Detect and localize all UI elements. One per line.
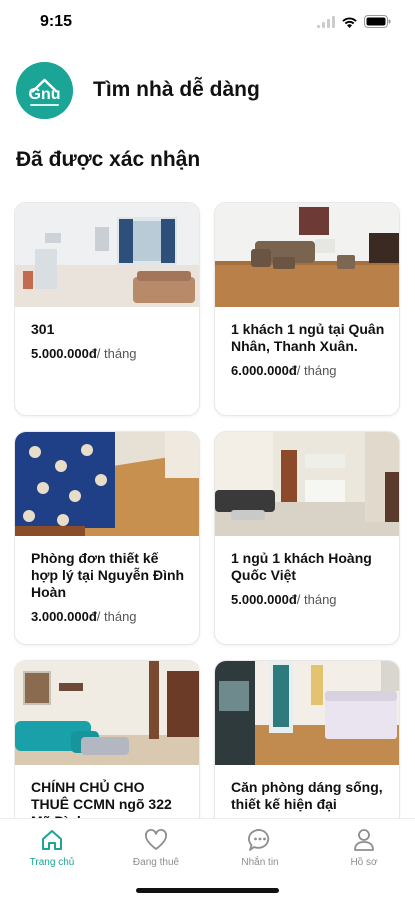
listing-price: 3.000.000đ/ tháng [31,609,185,625]
listing-grid: 301 5.000.000đ/ tháng 1 khách 1 ngủ tại … [14,202,401,822]
listing-card[interactable]: 301 5.000.000đ/ tháng [14,202,200,416]
home-icon [42,830,62,850]
tab-renting[interactable]: Đang thuê [116,827,196,877]
listing-price: 5.000.000đ/ tháng [31,346,185,362]
price-amount: 5.000.000đ [31,346,97,361]
listing-photo [15,661,199,765]
listing-title: CHÍNH CHỦ CHO THUÊ CCMN ngõ 322 Mỹ Đình [31,779,172,822]
listing-photo [215,432,399,536]
section-title: Đã được xác nhận [16,148,201,171]
listing-info: Căn phòng dáng sống, thiết kế hiện đại [215,765,399,813]
price-unit: / tháng [96,346,137,361]
chat-icon [248,829,270,851]
listing-card[interactable]: 1 khách 1 ngủ tại Quân Nhân, Thanh Xuân.… [214,202,400,416]
tab-home[interactable]: Trang chủ [12,827,92,877]
listing-card[interactable]: Phòng đơn thiết kế hợp lý tại Nguyễn Đìn… [14,431,200,645]
tab-label: Đang thuê [132,857,180,868]
tab-messages[interactable]: Nhắn tin [220,827,300,877]
price-unit: / tháng [296,592,337,607]
listing-info: CHÍNH CHỦ CHO THUÊ CCMN ngõ 322 Mỹ Đình [15,765,199,822]
price-unit: / tháng [296,363,337,378]
app-title: Tìm nhà dễ dàng [93,78,260,101]
listing-title: 301 [31,321,55,337]
price-amount: 6.000.000đ [231,363,297,378]
status-icons [317,15,391,28]
listing-info: Phòng đơn thiết kế hợp lý tại Nguyễn Đìn… [15,536,199,625]
signal-icon [317,15,335,28]
tab-profile[interactable]: Hồ sơ [324,827,404,877]
listing-card[interactable]: CHÍNH CHỦ CHO THUÊ CCMN ngõ 322 Mỹ Đình [14,660,200,822]
listing-price: 6.000.000đ/ tháng [231,363,385,379]
listing-price: 5.000.000đ/ tháng [231,592,385,608]
listing-title: 1 khách 1 ngủ tại Quân Nhân, Thanh Xuân. [231,321,385,354]
listing-title: Phòng đơn thiết kế hợp lý tại Nguyễn Đìn… [31,550,185,600]
tab-label: Nhắn tin [241,857,279,868]
app-logo: Gnu [16,61,73,119]
listing-photo [15,432,199,536]
tab-label: Trang chủ [29,857,75,868]
listing-title: Căn phòng dáng sống, thiết kế hiện đại [231,779,383,812]
user-icon [354,829,374,851]
tab-label: Hồ sơ [350,857,378,868]
home-indicator [136,888,279,893]
app-header: Gnu Tìm nhà dễ dàng [16,60,399,120]
listing-photo [215,661,399,765]
price-amount: 5.000.000đ [231,592,297,607]
listing-photo [215,203,399,307]
listing-photo [15,203,199,307]
listing-card[interactable]: Căn phòng dáng sống, thiết kế hiện đại [214,660,400,822]
price-amount: 3.000.000đ [31,609,97,624]
price-unit: / tháng [96,609,137,624]
app-screen: 9:15 Gnu Tìm nhà dễ dàng Đã được xác nhậ… [0,0,415,900]
listing-card[interactable]: 1 ngủ 1 khách Hoàng Quốc Việt 5.000.000đ… [214,431,400,645]
listing-title: 1 ngủ 1 khách Hoàng Quốc Việt [231,550,372,583]
wifi-icon [342,17,357,28]
listing-info: 1 khách 1 ngủ tại Quân Nhân, Thanh Xuân.… [215,307,399,379]
listing-info: 301 5.000.000đ/ tháng [15,307,199,362]
status-time: 9:15 [40,13,73,30]
heart-icon [145,829,167,850]
svg-text:Gnu: Gnu [29,86,61,103]
battery-icon [364,15,391,28]
listing-info: 1 ngủ 1 khách Hoàng Quốc Việt 5.000.000đ… [215,536,399,608]
status-bar: 9:15 [0,0,415,46]
